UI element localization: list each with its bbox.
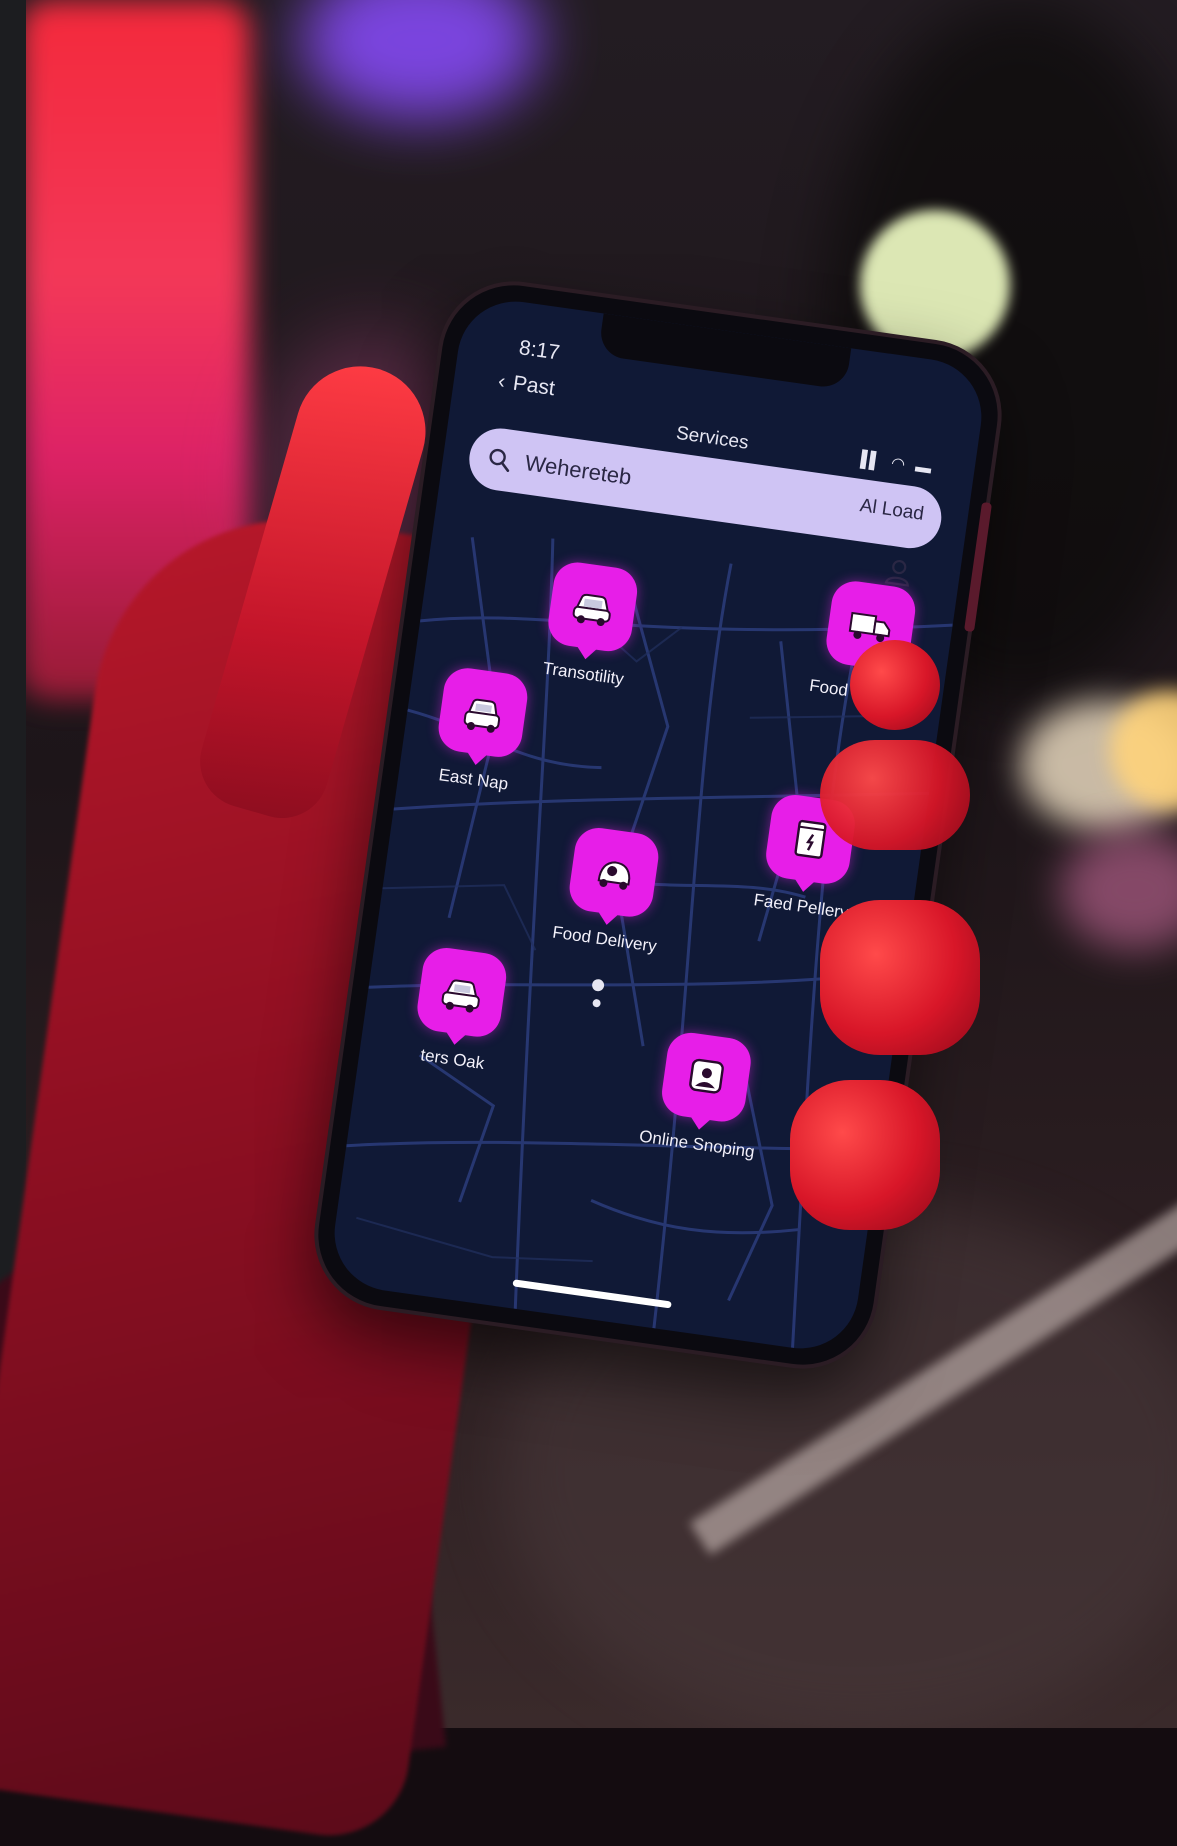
user-profile-icon[interactable] (882, 555, 916, 589)
service-pin-food-delivery-2[interactable]: Food Delivery (551, 824, 667, 1008)
person-icon (689, 1058, 724, 1094)
pin-badge (545, 559, 641, 655)
finger-ring (790, 1080, 940, 1230)
service-pin-east-nap[interactable]: East Nap (426, 664, 536, 796)
car-icon (441, 979, 480, 1013)
finger-middle (820, 900, 980, 1055)
pin-badge (414, 944, 510, 1040)
car-icon (572, 593, 611, 627)
search-filter-label[interactable]: Al Load (858, 495, 926, 526)
pin-badge (658, 1029, 754, 1125)
search-icon (489, 448, 510, 472)
service-pin-ters-oak[interactable]: ters Oak (404, 944, 514, 1076)
car-icon (463, 698, 501, 733)
finger-index (820, 740, 970, 850)
pin-badge (435, 665, 531, 760)
pin-badge (566, 824, 662, 920)
scooter-icon (597, 861, 631, 890)
service-pin-online-snoping[interactable]: Online Snoping (638, 1029, 759, 1162)
service-pin-transotility[interactable]: Transotility (535, 559, 645, 691)
finger-top (850, 640, 940, 730)
